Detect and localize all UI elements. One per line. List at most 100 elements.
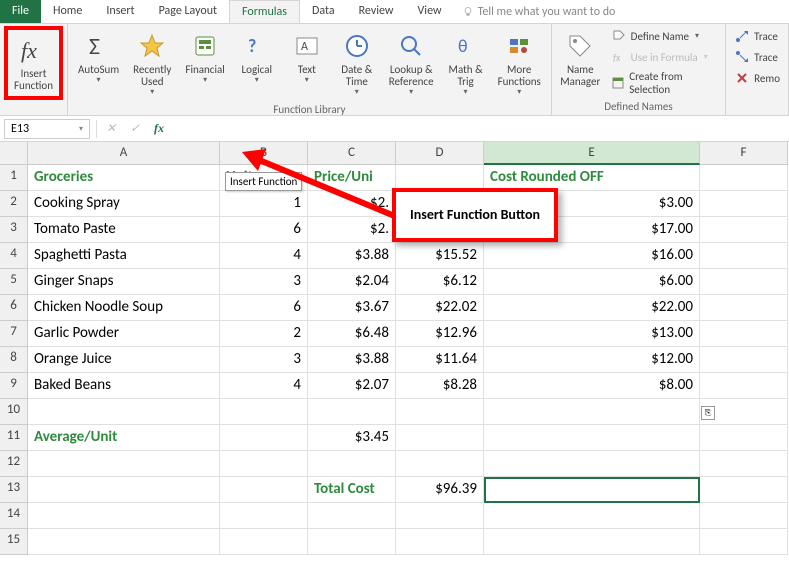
name-box[interactable]: E13 (4, 119, 90, 139)
smart-tag-icon[interactable]: ⎘ (701, 406, 715, 420)
recently-used-button[interactable]: Recently Used (127, 26, 177, 101)
cell-c7[interactable]: $6.48 (308, 321, 396, 347)
cell-b5[interactable]: 3 (220, 269, 308, 295)
tab-formulas[interactable]: Formulas (229, 0, 300, 23)
tab-home[interactable]: Home (41, 0, 94, 23)
cell-d15[interactable] (396, 529, 484, 555)
row-header-13[interactable]: 13 (0, 477, 28, 503)
name-manager-button[interactable]: Name Manager (556, 26, 605, 92)
cell-f8[interactable] (700, 347, 788, 373)
use-in-formula-button[interactable]: fxUse in Formula▾ (607, 47, 721, 67)
remove-arrows-button[interactable]: Remo (730, 68, 784, 88)
trace-dependents-button[interactable]: Trace (730, 47, 784, 67)
cell-a5[interactable]: Ginger Snaps (28, 269, 220, 295)
cell-e9[interactable]: $8.00 (484, 373, 700, 399)
cell-a2[interactable]: Cooking Spray (28, 191, 220, 217)
col-header-e[interactable]: E (484, 142, 700, 165)
row-header-12[interactable]: 12 (0, 451, 28, 477)
cell-b9[interactable]: 4 (220, 373, 308, 399)
cell-c6[interactable]: $3.67 (308, 295, 396, 321)
tell-me-search[interactable]: Tell me what you want to do (454, 0, 624, 23)
cell-c15[interactable] (308, 529, 396, 555)
fx-insert-function-button[interactable]: fx (147, 121, 171, 136)
cell-d4[interactable]: $15.52 (396, 243, 484, 269)
cell-c11[interactable]: $3.45 (308, 425, 396, 451)
cell-d10[interactable] (396, 399, 484, 425)
cell-c12[interactable] (308, 451, 396, 477)
row-header-15[interactable]: 15 (0, 529, 28, 555)
cell-f11[interactable] (700, 425, 788, 451)
cell-d11[interactable] (396, 425, 484, 451)
cell-e15[interactable] (484, 529, 700, 555)
cancel-formula-button[interactable]: ✕ (99, 121, 123, 136)
trace-precedents-button[interactable]: Trace (730, 26, 784, 46)
cell-f1[interactable] (700, 165, 788, 191)
cell-a1[interactable]: Groceries (28, 165, 220, 191)
cell-c8[interactable]: $3.88 (308, 347, 396, 373)
autosum-button[interactable]: Σ AutoSum (72, 26, 125, 89)
cell-f15[interactable] (700, 529, 788, 555)
tab-review[interactable]: Review (347, 0, 406, 23)
cell-d14[interactable] (396, 503, 484, 529)
cell-e11[interactable] (484, 425, 700, 451)
formula-input[interactable] (171, 127, 789, 131)
logical-button[interactable]: ? Logical (233, 26, 281, 89)
cell-a8[interactable]: Orange Juice (28, 347, 220, 373)
financial-button[interactable]: Financial (179, 26, 230, 89)
row-header-3[interactable]: 3 (0, 217, 28, 243)
cell-a6[interactable]: Chicken Noodle Soup (28, 295, 220, 321)
cell-f12[interactable] (700, 451, 788, 477)
col-header-d[interactable]: D (396, 142, 484, 165)
more-functions-button[interactable]: More Functions (492, 26, 547, 101)
cell-b4[interactable]: 4 (220, 243, 308, 269)
cell-b12[interactable] (220, 451, 308, 477)
row-header-11[interactable]: 11 (0, 425, 28, 451)
cell-b7[interactable]: 2 (220, 321, 308, 347)
col-header-f[interactable]: F (700, 142, 788, 165)
cell-e10[interactable]: ⎘ (484, 399, 700, 425)
cell-f3[interactable] (700, 217, 788, 243)
cell-f2[interactable] (700, 191, 788, 217)
row-header-14[interactable]: 14 (0, 503, 28, 529)
cell-c14[interactable] (308, 503, 396, 529)
cell-a4[interactable]: Spaghetti Pasta (28, 243, 220, 269)
cell-b6[interactable]: 6 (220, 295, 308, 321)
tab-file[interactable]: File (0, 0, 41, 23)
row-header-8[interactable]: 8 (0, 347, 28, 373)
cell-d12[interactable] (396, 451, 484, 477)
cell-c13[interactable]: Total Cost (308, 477, 396, 503)
enter-formula-button[interactable]: ✓ (123, 121, 147, 136)
cell-a12[interactable] (28, 451, 220, 477)
create-from-selection-button[interactable]: Create from Selection (607, 68, 721, 98)
row-header-10[interactable]: 10 (0, 399, 28, 425)
cell-e7[interactable]: $13.00 (484, 321, 700, 347)
cell-e4[interactable]: $16.00 (484, 243, 700, 269)
cell-a10[interactable] (28, 399, 220, 425)
cell-d8[interactable]: $11.64 (396, 347, 484, 373)
row-header-1[interactable]: 1 (0, 165, 28, 191)
cell-c4[interactable]: $3.88 (308, 243, 396, 269)
cell-b15[interactable] (220, 529, 308, 555)
cell-e6[interactable]: $22.00 (484, 295, 700, 321)
lookup-reference-button[interactable]: Lookup & Reference (383, 26, 440, 101)
cell-c9[interactable]: $2.07 (308, 373, 396, 399)
tab-page-layout[interactable]: Page Layout (147, 0, 229, 23)
cell-b13[interactable] (220, 477, 308, 503)
cell-a7[interactable]: Garlic Powder (28, 321, 220, 347)
cell-d9[interactable]: $8.28 (396, 373, 484, 399)
cell-e5[interactable]: $6.00 (484, 269, 700, 295)
insert-function-button[interactable]: fx Insert Function (4, 26, 63, 100)
cell-a15[interactable] (28, 529, 220, 555)
cell-b8[interactable]: 3 (220, 347, 308, 373)
cell-b14[interactable] (220, 503, 308, 529)
row-header-9[interactable]: 9 (0, 373, 28, 399)
tab-view[interactable]: View (406, 0, 454, 23)
select-all-corner[interactable] (0, 142, 28, 165)
cell-e12[interactable] (484, 451, 700, 477)
date-time-button[interactable]: Date & Time (333, 26, 381, 101)
cell-a11[interactable]: Average/Unit (28, 425, 220, 451)
math-trig-button[interactable]: θ Math & Trig (442, 26, 490, 101)
cell-f7[interactable] (700, 321, 788, 347)
row-header-4[interactable]: 4 (0, 243, 28, 269)
cell-f14[interactable] (700, 503, 788, 529)
